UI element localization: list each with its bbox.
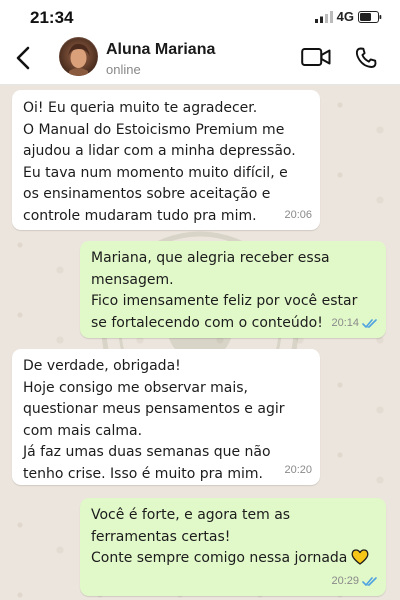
status-indicators: 4G	[314, 9, 382, 24]
status-time: 21:34	[30, 8, 74, 27]
double-check-icon	[362, 318, 377, 328]
message-time: 20:29	[331, 574, 359, 587]
status-bar: 21:34 4G	[0, 0, 400, 32]
avatar[interactable]	[59, 37, 98, 76]
network-label: 4G	[336, 9, 354, 24]
yellow-heart-icon	[351, 549, 369, 565]
contact-name[interactable]: Aluna Mariana	[106, 41, 215, 59]
message-outgoing[interactable]: Mariana, que alegria receber essa mensag…	[80, 241, 386, 338]
contact-status: online	[106, 62, 141, 77]
message-meta: 20:06	[284, 205, 312, 227]
voice-call-button[interactable]	[352, 44, 380, 72]
message-incoming[interactable]: Oi! Eu queria muito te agradecer. O Manu…	[12, 90, 320, 230]
phone-icon	[355, 47, 377, 68]
message-time: 20:20	[284, 463, 312, 476]
message-text: Oi! Eu queria muito te agradecer. O Manu…	[23, 100, 296, 224]
video-call-button[interactable]	[300, 45, 332, 69]
chat-header: Aluna Mariana online	[0, 32, 400, 85]
double-check-icon	[362, 576, 377, 586]
message-time: 20:06	[284, 208, 312, 221]
message-time: 20:14	[331, 316, 359, 329]
message-incoming[interactable]: De verdade, obrigada! Hoje consigo me ob…	[12, 349, 320, 485]
chevron-left-icon	[16, 46, 30, 70]
message-text: Você é forte, e agora tem as ferramentas…	[91, 507, 348, 566]
signal-icon	[314, 10, 333, 23]
chat-area[interactable]: Oi! Eu queria muito te agradecer. O Manu…	[0, 85, 400, 600]
battery-icon	[358, 10, 382, 23]
message-text: De verdade, obrigada! Hoje consigo me ob…	[23, 358, 285, 482]
message-meta: 20:20	[284, 460, 312, 482]
video-camera-icon	[301, 48, 331, 66]
message-outgoing[interactable]: Você é forte, e agora tem as ferramentas…	[80, 498, 386, 596]
message-body: Você é forte, e agora tem as ferramentas…	[91, 505, 376, 570]
avatar-image	[59, 37, 98, 76]
back-button[interactable]	[10, 42, 36, 74]
message-meta: 20:14	[331, 313, 378, 335]
message-meta: 20:29	[331, 571, 378, 593]
